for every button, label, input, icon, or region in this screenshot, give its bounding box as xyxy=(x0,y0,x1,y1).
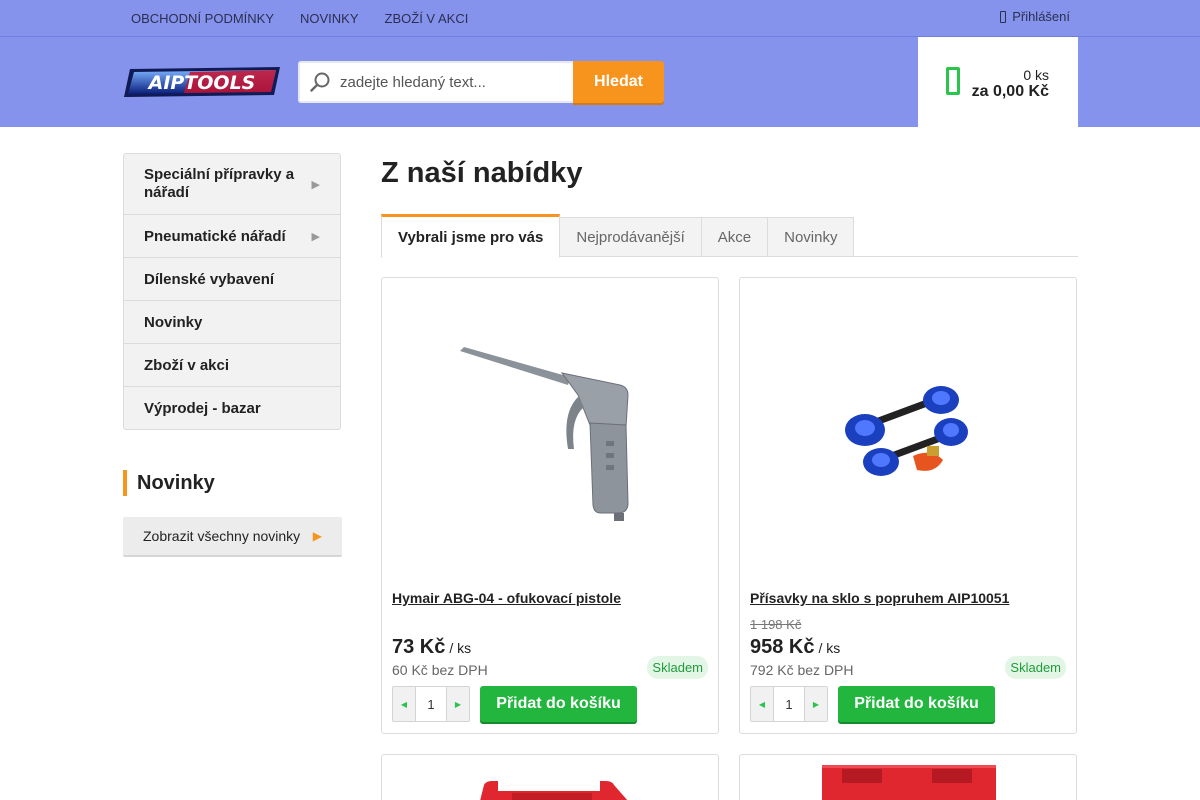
chevron-right-icon: ▶ xyxy=(311,178,320,191)
product-price: 73 Kč / ks xyxy=(392,636,471,659)
price-without-vat: 792 Kč bez DPH xyxy=(750,662,854,678)
search-box xyxy=(298,61,573,103)
tab-recommended[interactable]: Vybrali jsme pro vás xyxy=(381,214,561,258)
product-card-partial xyxy=(381,754,719,800)
category-label: Výprodej - bazar xyxy=(144,399,261,417)
page-title: Z naší nabídky xyxy=(381,157,583,189)
product-card: Přísavky na sklo s popruhem AIP10051 1 1… xyxy=(739,277,1077,734)
tab-sale[interactable]: Akce xyxy=(701,217,769,257)
price-unit: / ks xyxy=(449,640,472,656)
product-image[interactable] xyxy=(382,278,718,578)
air-gun-image xyxy=(460,347,629,521)
show-all-news-button[interactable]: Zobrazit všechny novinky ▶ xyxy=(123,517,342,557)
category-label: Zboží v akci xyxy=(144,356,230,374)
price-without-vat: 60 Kč bez DPH xyxy=(392,662,488,678)
stock-badge: Skladem xyxy=(647,656,708,679)
link-news[interactable]: NOVINKY xyxy=(287,11,372,26)
category-item-sale[interactable]: Zboží v akci xyxy=(124,344,340,387)
link-sale[interactable]: ZBOŽÍ V AKCI xyxy=(372,11,482,26)
product-tabs: Vybrali jsme pro vás Nejprodávanější Akc… xyxy=(381,214,1078,258)
cart-quantity: 0 ks xyxy=(1023,67,1049,83)
quantity-stepper: ◀ 1 ▶ xyxy=(392,686,470,722)
product-image[interactable] xyxy=(740,278,1076,578)
logo[interactable]: AIPTOOLS xyxy=(122,65,282,99)
logo-text: AIPTOOLS xyxy=(147,72,256,94)
category-item-special-tools[interactable]: Speciální přípravky a nářadí ▶ xyxy=(124,154,340,215)
search-form: Hledat xyxy=(298,61,664,103)
chevron-right-icon: ▶ xyxy=(312,529,322,543)
suction-cups-image xyxy=(845,386,968,476)
login-icon xyxy=(1000,10,1007,23)
stock-badge: Skladem xyxy=(1005,656,1066,679)
category-menu: Speciální přípravky a nářadí ▶ Pneumatic… xyxy=(123,153,341,430)
increase-button[interactable]: ▶ xyxy=(805,687,827,721)
cart-total: za 0,00 Kč xyxy=(971,83,1049,100)
product-image[interactable] xyxy=(382,755,719,800)
product-image[interactable] xyxy=(740,755,1077,800)
tab-bestsellers[interactable]: Nejprodávanější xyxy=(560,217,702,257)
product-name-link[interactable]: Přísavky na sklo s popruhem AIP10051 xyxy=(750,590,1009,606)
category-label: Dílenské vybavení xyxy=(144,270,275,288)
product-card: Hymair ABG-04 - ofukovací pistole 73 Kč /… xyxy=(381,277,719,734)
price-unit: / ks xyxy=(818,640,841,656)
login-link[interactable]: Přihlášení xyxy=(1000,9,1070,24)
search-icon xyxy=(300,71,340,93)
category-label: Pneumatické nářadí xyxy=(144,227,286,245)
cart-widget[interactable]: 0 ks za 0,00 Kč xyxy=(918,37,1078,127)
quantity-input[interactable]: 1 xyxy=(415,687,447,721)
quantity-stepper: ◀ 1 ▶ xyxy=(750,686,828,722)
header: AIPTOOLS Hledat 0 ks za 0,00 Kč xyxy=(0,37,1200,127)
category-label: Novinky xyxy=(144,313,203,331)
tab-news[interactable]: Novinky xyxy=(768,217,855,257)
link-terms[interactable]: OBCHODNÍ PODMÍNKY xyxy=(118,11,287,26)
top-links: OBCHODNÍ PODMÍNKY NOVINKY ZBOŽÍ V AKCI xyxy=(118,0,481,36)
login-label: Přihlášení xyxy=(1012,9,1070,24)
add-to-cart-button[interactable]: Přidat do košíku xyxy=(480,686,637,722)
category-item-news[interactable]: Novinky xyxy=(124,301,340,344)
product-card-partial xyxy=(739,754,1077,800)
decrease-button[interactable]: ◀ xyxy=(393,687,415,721)
news-section-title: Novinky xyxy=(123,470,215,496)
increase-button[interactable]: ▶ xyxy=(447,687,469,721)
quantity-input[interactable]: 1 xyxy=(773,687,805,721)
price-value: 958 Kč xyxy=(750,636,815,658)
old-price: 1 198 Kč xyxy=(750,617,802,632)
cart-icon xyxy=(946,67,960,95)
category-item-workshop[interactable]: Dílenské vybavení xyxy=(124,258,340,301)
search-input[interactable] xyxy=(340,73,560,91)
search-button[interactable]: Hledat xyxy=(573,61,664,103)
category-label: Speciální přípravky a nářadí xyxy=(144,166,295,201)
show-all-news-label: Zobrazit všechny novinky xyxy=(143,528,301,544)
price-value: 73 Kč xyxy=(392,636,446,658)
category-item-pneumatic[interactable]: Pneumatické nářadí ▶ xyxy=(124,215,340,258)
category-item-clearance[interactable]: Výprodej - bazar xyxy=(124,387,340,429)
decrease-button[interactable]: ◀ xyxy=(751,687,773,721)
top-bar: OBCHODNÍ PODMÍNKY NOVINKY ZBOŽÍ V AKCI P… xyxy=(0,0,1200,37)
product-name-link[interactable]: Hymair ABG-04 - ofukovací pistole xyxy=(392,590,621,606)
add-to-cart-button[interactable]: Přidat do košíku xyxy=(838,686,995,722)
chevron-right-icon: ▶ xyxy=(311,230,320,243)
product-price: 958 Kč / ks xyxy=(750,636,840,659)
